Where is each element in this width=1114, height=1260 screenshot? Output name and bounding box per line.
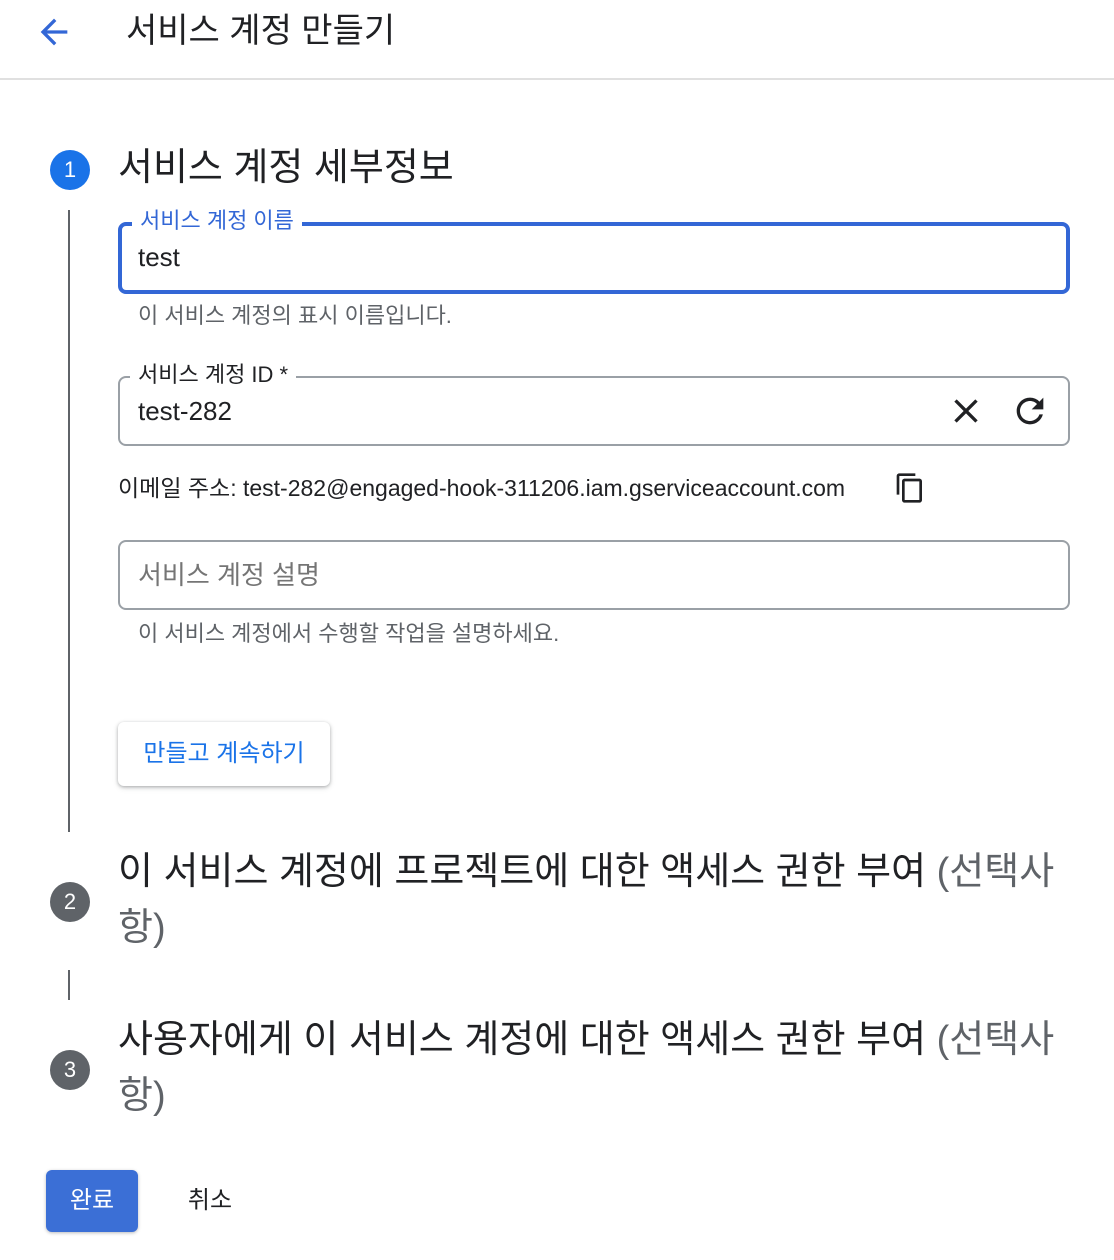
service-account-name-input[interactable]: test <box>138 240 180 274</box>
copy-icon[interactable] <box>894 470 926 506</box>
close-icon[interactable] <box>946 391 986 431</box>
create-and-continue-button[interactable]: 만들고 계속하기 <box>118 722 330 786</box>
step-3-title-text: 사용자에게 이 서비스 계정에 대한 액세스 권한 부여 <box>118 1019 927 1061</box>
step-1-connector <box>68 210 70 832</box>
service-account-description-field[interactable] <box>118 540 1070 610</box>
service-account-name-hint: 이 서비스 계정의 표시 이름입니다. <box>138 303 452 328</box>
cancel-button[interactable]: 취소 <box>168 1170 252 1232</box>
service-account-id-label: 서비스 계정 ID * <box>130 361 297 389</box>
step-3-title[interactable]: 사용자에게 이 서비스 계정에 대한 액세스 권한 부여 (선택사항) <box>118 1012 1078 1124</box>
step-2-number: 2 <box>50 882 90 922</box>
step-2-connector <box>68 970 70 1000</box>
step-1-title: 서비스 계정 세부정보 <box>118 147 454 189</box>
service-account-description-hint: 이 서비스 계정에서 수행할 작업을 설명하세요. <box>138 621 560 646</box>
email-address: 이메일 주소: test-282@engaged-hook-311206.iam… <box>118 472 845 504</box>
step-3-number: 3 <box>50 1050 90 1090</box>
refresh-icon[interactable] <box>1010 391 1050 431</box>
email-address-label: 이메일 주소: <box>118 475 237 501</box>
page-header: 서비스 계정 만들기 <box>0 0 1114 80</box>
service-account-name-label: 서비스 계정 이름 <box>132 207 302 235</box>
service-account-id-input[interactable]: test-282 <box>138 394 232 428</box>
service-account-id-field[interactable]: 서비스 계정 ID * test-282 <box>118 361 1070 446</box>
step-2-title-text: 이 서비스 계정에 프로젝트에 대한 액세스 권한 부여 <box>118 851 927 893</box>
service-account-description-input[interactable] <box>138 558 1038 592</box>
email-address-value: test-282@engaged-hook-311206.iam.gservic… <box>242 475 846 501</box>
step-2-title[interactable]: 이 서비스 계정에 프로젝트에 대한 액세스 권한 부여 (선택사항) <box>118 844 1078 956</box>
step-1-number: 1 <box>50 150 90 190</box>
service-account-name-field[interactable]: 서비스 계정 이름 test <box>118 207 1070 294</box>
page-title: 서비스 계정 만들기 <box>126 12 396 50</box>
done-button[interactable]: 완료 <box>46 1170 138 1232</box>
arrow-left-icon[interactable] <box>34 12 74 52</box>
